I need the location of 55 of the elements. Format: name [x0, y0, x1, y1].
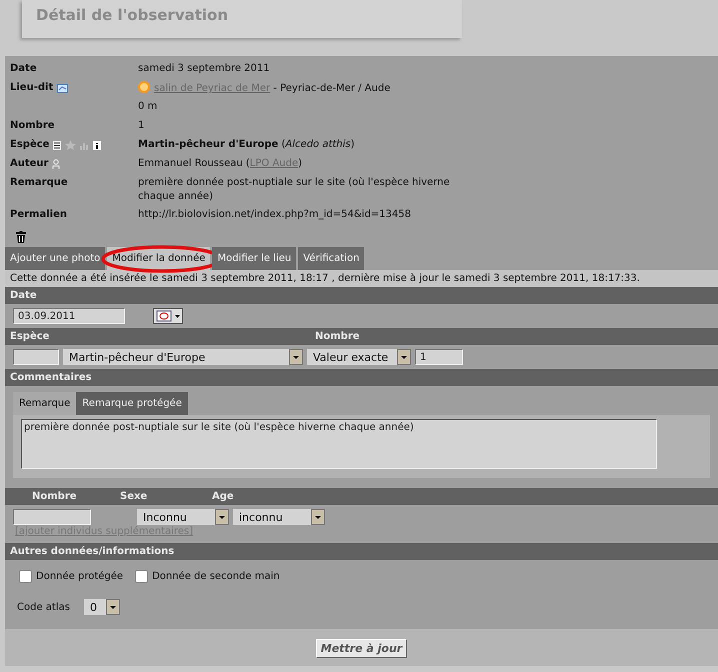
species-dropdown[interactable]: Martin-pêcheur d'Europe — [63, 349, 303, 365]
sex-dropdown[interactable]: Inconnu — [137, 509, 229, 525]
section-title: Sexe — [120, 491, 148, 502]
species-code-field[interactable] — [13, 349, 59, 365]
section-title: Nombre — [315, 331, 360, 342]
field-label: Date — [10, 62, 37, 76]
checkbox-label: Donnée protégée — [36, 571, 124, 582]
checkbox-label: Donnée de seconde main — [152, 571, 280, 582]
field-label: Nombre — [10, 119, 55, 133]
checkbox[interactable] — [19, 570, 32, 583]
field-value: - Peyriac-de-Mer / Aude — [272, 83, 390, 94]
checkbox[interactable] — [135, 570, 148, 583]
person-icon — [52, 159, 60, 169]
tab[interactable]: Vérification — [298, 247, 364, 270]
count-field[interactable]: 1 — [415, 349, 463, 365]
tab[interactable]: Remarque protégée — [76, 392, 188, 415]
number-field[interactable] — [13, 509, 91, 525]
section-title: Commentaires — [10, 372, 92, 383]
location-marker-icon — [138, 81, 150, 93]
field-value: Martin-pêcheur d'Europe (Alcedo atthis) — [138, 139, 355, 150]
atlas-label: Code atlas — [17, 602, 70, 612]
calendar-icon[interactable] — [153, 308, 183, 324]
field-value: samedi 3 septembre 2011 — [138, 63, 270, 74]
section-title: Date — [10, 290, 37, 301]
list-icon — [53, 140, 62, 150]
field-value: Emmanuel Rousseau (LPO Aude) — [138, 158, 302, 169]
age-dropdown[interactable]: inconnu — [233, 509, 325, 525]
atlas-dropdown[interactable]: 0 — [84, 599, 120, 615]
star-icon — [65, 140, 76, 150]
info-icon — [93, 140, 102, 150]
section-title: Nombre — [31, 491, 78, 502]
date-field[interactable]: 03.09.2011 — [13, 308, 125, 324]
field-label: Permalien — [10, 208, 67, 222]
map-icon — [57, 84, 68, 92]
trash-icon[interactable] — [16, 231, 26, 243]
tab[interactable]: Remarque — [13, 392, 76, 415]
field-label: Espèce — [10, 138, 50, 152]
page-title: Détail de l'observation — [36, 6, 230, 24]
update-button[interactable]: Mettre à jour — [316, 639, 408, 658]
field-value: http://lr.biolovision.net/index.php?m_id=54&id=13458 — [138, 209, 411, 220]
field-label: Auteur — [10, 157, 48, 171]
field-value: 0 m — [138, 101, 158, 112]
field-label: Remarque — [10, 176, 68, 190]
section-title: Age — [212, 491, 235, 502]
tab[interactable]: Modifier le lieu — [212, 247, 296, 270]
field-value: première donnée post-nuptiale sur le site (où l'espèce hiverne chaque année) — [138, 177, 450, 202]
info-text: Cette donnée a été insérée le samedi 3 septembre 2011, 18:17 , dernière mise à jour le samedi 3 septembre 2011, 18:17:33. — [10, 273, 640, 284]
count-type-dropdown[interactable]: Valeur exacte — [307, 349, 411, 365]
section-title: Espèce — [10, 331, 50, 342]
field-value: 1 — [138, 120, 144, 131]
tab[interactable]: Ajouter une photo — [5, 247, 106, 270]
comment-field[interactable]: première donnée post-nuptiale sur le site (où l'espèce hiverne chaque année) — [21, 419, 657, 469]
field-label: Lieu-dit — [10, 81, 54, 95]
bar-chart-icon — [80, 140, 90, 150]
section-title: Autres données/informations — [10, 546, 174, 557]
